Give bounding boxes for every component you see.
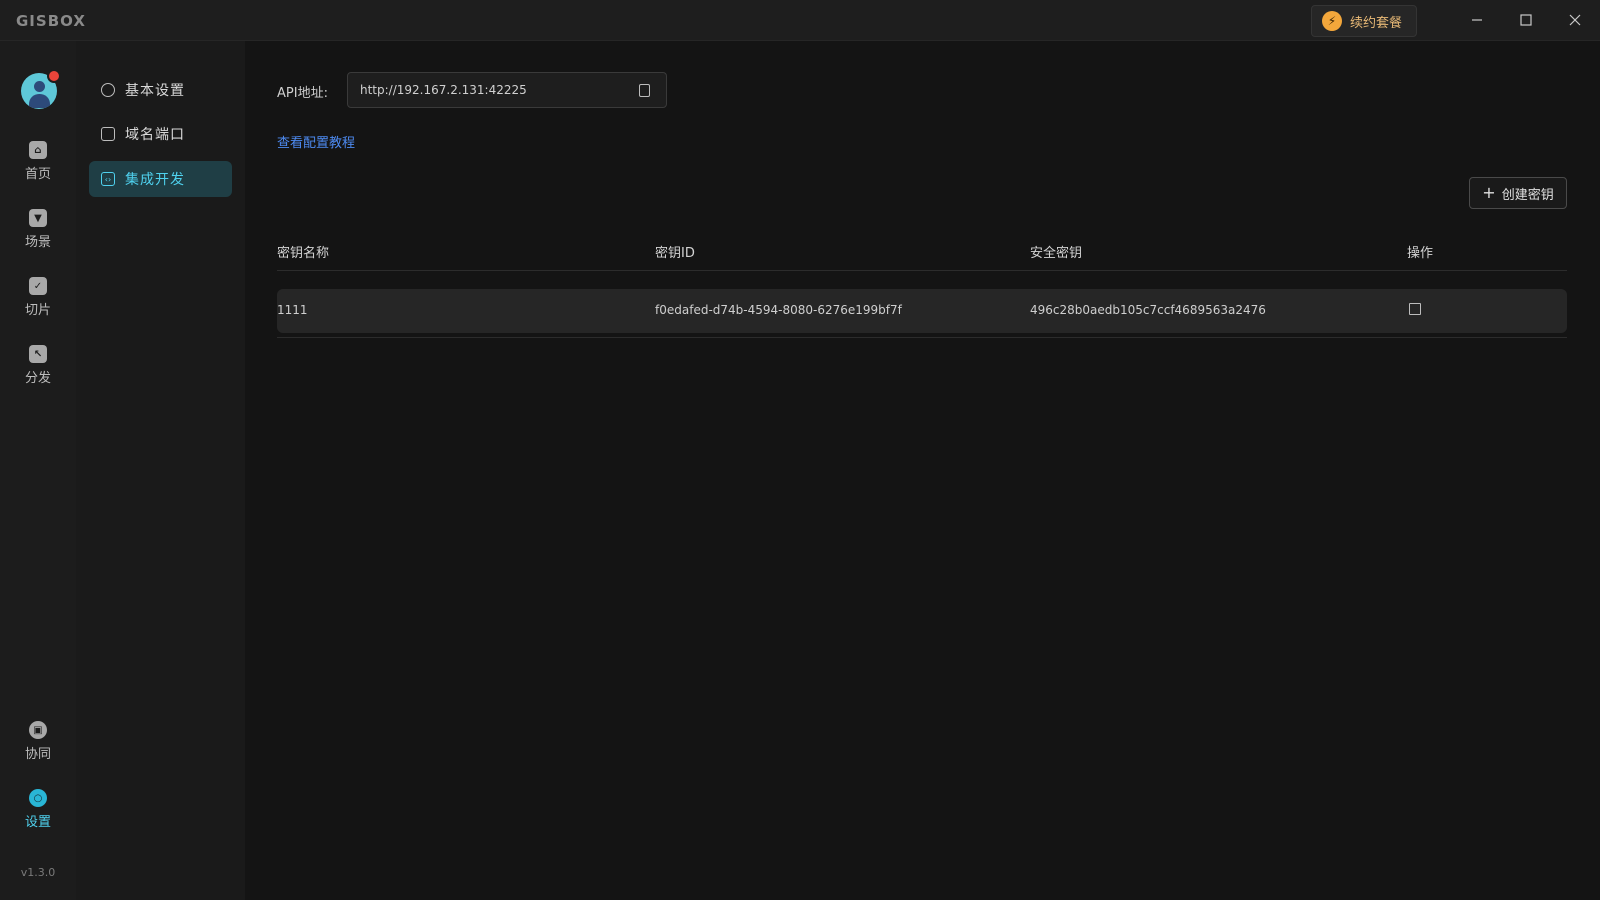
document-icon (101, 127, 115, 141)
table-divider (277, 337, 1567, 338)
settings-icon: ○ (29, 789, 47, 807)
submenu-item-basic-settings[interactable]: 基本设置 (89, 72, 232, 108)
nav-item-tile[interactable]: ✓ 切片 (0, 277, 76, 333)
submenu-item-label: 基本设置 (125, 83, 185, 99)
avatar-head (34, 81, 45, 92)
close-button[interactable] (1550, 0, 1600, 40)
distribute-icon: ↖ (29, 345, 47, 363)
submenu-item-label: 域名端口 (125, 127, 185, 143)
scene-cube-icon: ▼ (29, 209, 47, 227)
api-address-box (347, 72, 667, 108)
home-icon: ⌂ (29, 141, 47, 159)
nav-item-label: 设置 (24, 815, 51, 830)
config-tutorial-link[interactable]: 查看配置教程 (277, 132, 355, 151)
nav-item-label: 协同 (24, 747, 51, 762)
app-version: v1.3.0 (20, 866, 56, 879)
copy-icon[interactable] (639, 84, 650, 97)
close-icon (1569, 14, 1581, 26)
minimize-button[interactable] (1452, 0, 1502, 40)
edit-icon[interactable] (1409, 303, 1421, 315)
nav-item-distribute[interactable]: ↖ 分发 (0, 345, 76, 401)
nav-item-collaborate[interactable]: ▣ 协同 (0, 721, 76, 777)
submenu-item-integration[interactable]: ‹› 集成开发 (89, 161, 232, 197)
submenu-item-domain-port[interactable]: 域名端口 (89, 116, 232, 152)
maximize-button[interactable] (1501, 0, 1551, 40)
renew-plan-button[interactable]: ⚡ 续约套餐 (1311, 5, 1417, 37)
nav-item-label: 分发 (24, 371, 51, 386)
plus-icon: + (1482, 183, 1496, 202)
column-header-key-name: 密钥名称 (277, 246, 330, 261)
icon-sidebar: ⌂ 首页 ▼ 场景 ✓ 切片 ↖ 分发 ▣ 协同 ○ 设置 v1.3.0 (0, 41, 76, 900)
api-address-input[interactable] (360, 83, 630, 97)
maximize-icon (1520, 14, 1532, 26)
notification-badge[interactable] (47, 69, 61, 83)
nav-item-settings[interactable]: ○ 设置 (0, 789, 76, 845)
code-folder-icon: ‹› (101, 172, 115, 186)
tile-check-icon: ✓ (29, 277, 47, 295)
settings-submenu: 基本设置 域名端口 ‹› 集成开发 (76, 41, 245, 900)
avatar-body (29, 94, 50, 108)
key-id-cell: f0edafed-d74b-4594-8080-6276e199bf7f (655, 303, 902, 317)
lightning-icon: ⚡ (1322, 11, 1342, 31)
lock-icon: ▣ (29, 721, 47, 739)
api-address-label: API地址: (277, 86, 328, 101)
nav-item-label: 切片 (24, 303, 51, 318)
nav-item-label: 首页 (24, 167, 51, 182)
column-header-key-id: 密钥ID (655, 246, 695, 261)
main-content: API地址: 查看配置教程 + 创建密钥 密钥名称 密钥ID 安全密钥 操作 1… (245, 41, 1600, 900)
create-key-label: 创建密钥 (1501, 187, 1554, 203)
key-name-cell: 1111 (277, 303, 308, 317)
table-row: 1111 f0edafed-d74b-4594-8080-6276e199bf7… (277, 289, 1567, 333)
app-logo: GISBOX (16, 12, 86, 30)
column-header-secret-key: 安全密钥 (1030, 246, 1083, 261)
minimize-icon (1472, 19, 1482, 21)
nav-item-home[interactable]: ⌂ 首页 (0, 141, 76, 197)
column-header-actions: 操作 (1407, 246, 1434, 261)
title-bar: GISBOX ⚡ 续约套餐 (0, 0, 1600, 41)
create-key-button[interactable]: + 创建密钥 (1469, 177, 1567, 209)
nav-item-label: 场景 (24, 235, 51, 250)
renew-plan-label: 续约套餐 (1350, 15, 1403, 31)
submenu-item-label: 集成开发 (125, 172, 185, 188)
nav-item-scene[interactable]: ▼ 场景 (0, 209, 76, 265)
table-header: 密钥名称 密钥ID 安全密钥 操作 (277, 229, 1567, 271)
gear-icon (101, 83, 115, 97)
secret-key-cell: 496c28b0aedb105c7ccf4689563a2476 (1030, 303, 1266, 317)
